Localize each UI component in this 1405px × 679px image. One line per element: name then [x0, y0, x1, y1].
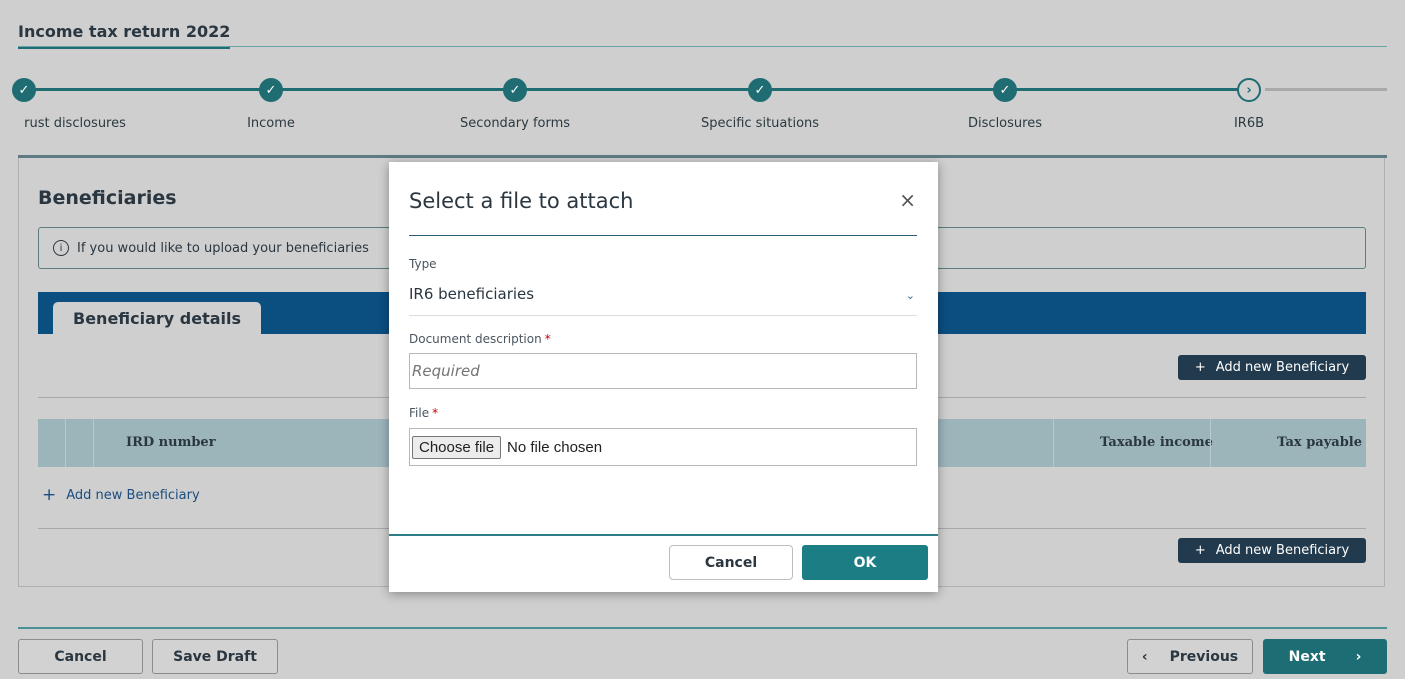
- type-select[interactable]: IR6 beneficiaries ⌄: [409, 285, 917, 316]
- chevron-down-icon: ⌄: [905, 289, 915, 302]
- file-label: File: [409, 406, 430, 420]
- description-label-row: Document description *: [409, 332, 551, 346]
- attach-file-dialog: Select a file to attach × Type IR6 benef…: [389, 162, 938, 592]
- type-select-value: IR6 beneficiaries: [409, 285, 535, 303]
- file-input[interactable]: Choose file No file chosen: [409, 428, 917, 466]
- dialog-footer-rule: [389, 534, 938, 536]
- type-label: Type: [409, 257, 437, 271]
- dialog-title-rule: [409, 235, 917, 236]
- choose-file-button[interactable]: Choose file: [412, 435, 502, 459]
- dialog-cancel-button[interactable]: Cancel: [669, 545, 793, 580]
- dialog-ok-button[interactable]: OK: [802, 545, 928, 580]
- required-asterisk: *: [544, 332, 551, 346]
- page: Income tax return 2022 ✓ ✓ ✓ ✓ ✓ › rust …: [0, 0, 1405, 679]
- description-label: Document description: [409, 332, 542, 346]
- required-asterisk: *: [432, 406, 439, 420]
- file-status: No file chosen: [507, 438, 603, 456]
- close-icon[interactable]: ×: [899, 188, 916, 212]
- file-label-row: File *: [409, 406, 438, 420]
- description-input[interactable]: [409, 353, 917, 389]
- dialog-title: Select a file to attach: [409, 189, 634, 213]
